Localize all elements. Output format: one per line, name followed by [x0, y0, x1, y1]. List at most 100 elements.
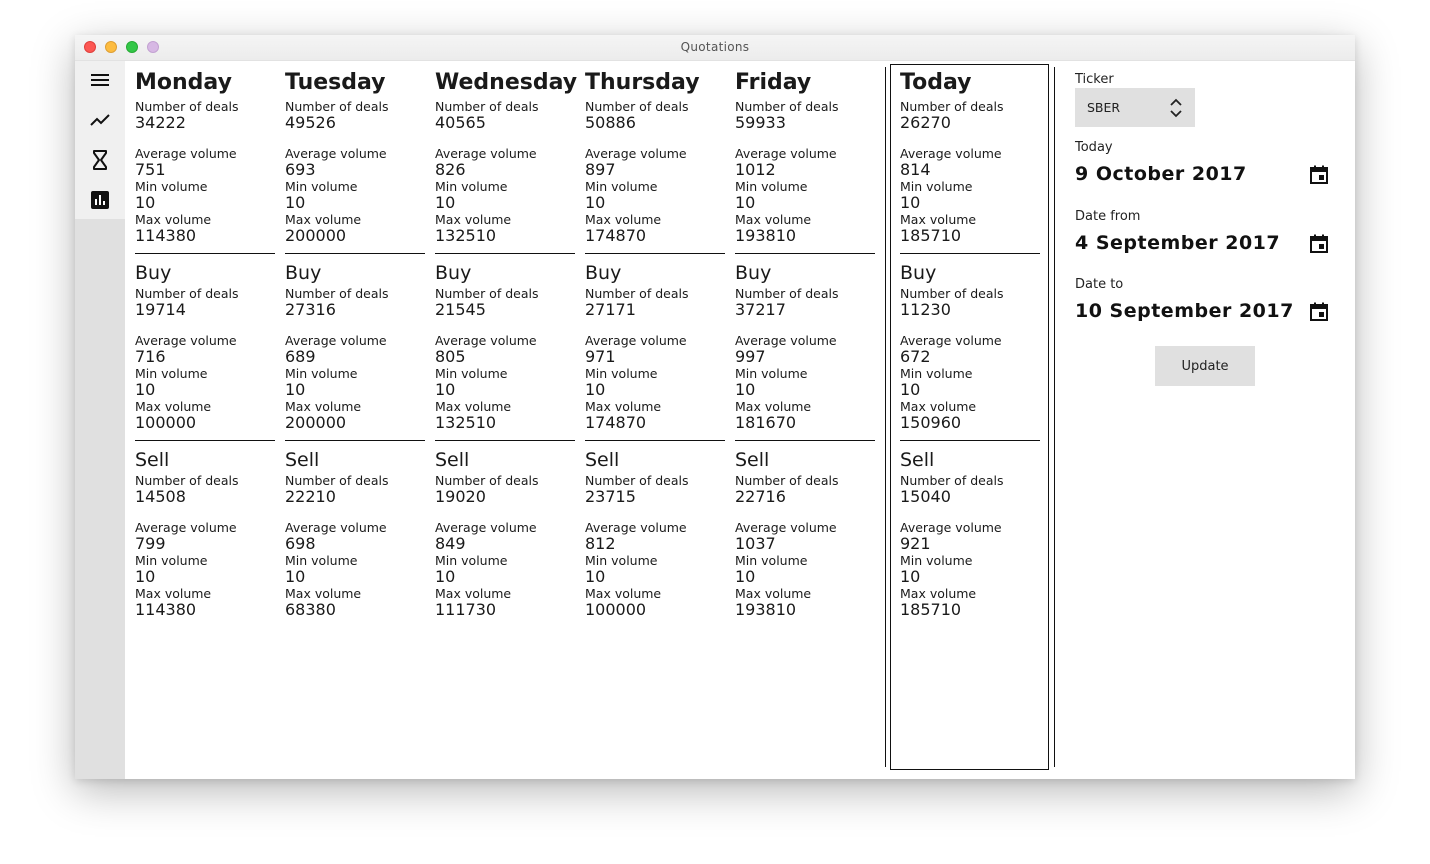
- today-divider-left: [885, 67, 886, 767]
- today-date-value: 9 October 2017: [1075, 163, 1247, 185]
- buy-avg-label: Average volume: [135, 333, 237, 348]
- all-stats: Number of deals 49526 Average volume 693 Min…: [285, 99, 425, 245]
- buy-max-value: 132510: [435, 413, 497, 432]
- bar-chart-icon[interactable]: [88, 188, 112, 212]
- buy-spacer: [285, 319, 425, 333]
- all-deals-value: 59933: [735, 113, 786, 132]
- buy-deals-value: 27171: [585, 300, 636, 319]
- sell-spacer: [285, 506, 425, 520]
- all-min-label: Min volume: [435, 179, 508, 194]
- buy-spacer: [585, 319, 725, 333]
- update-button[interactable]: Update: [1155, 346, 1255, 386]
- day-column-friday: Friday Number of deals 59933 Average volume…: [735, 67, 875, 619]
- all-min-label: Min volume: [135, 179, 208, 194]
- sell-heading: Sell: [285, 449, 320, 471]
- sell-spacer: [435, 506, 575, 520]
- buy-min-value: 10: [585, 380, 606, 399]
- day-column-monday: Monday Number of deals 34222 Average volume…: [135, 67, 275, 619]
- calendar-icon[interactable]: [1309, 302, 1329, 322]
- all-min-label: Min volume: [735, 179, 808, 194]
- buy-stats: Number of deals 21545 Average volume 805 Min…: [435, 286, 575, 432]
- sell-min-label: Min volume: [435, 553, 508, 568]
- section-divider: [435, 440, 575, 441]
- all-avg-label: Average volume: [735, 146, 837, 161]
- buy-stats: Number of deals 27316 Average volume 689 Min…: [285, 286, 425, 432]
- buy-min-label: Min volume: [735, 366, 808, 381]
- buy-max-label: Max volume: [735, 399, 812, 414]
- all-max-label: Max volume: [735, 212, 812, 227]
- sell-deals-value: 14508: [135, 487, 186, 506]
- buy-avg-label: Average volume: [585, 333, 687, 348]
- sell-stats: Number of deals 22716 Average volume 1037 Mi…: [735, 473, 875, 619]
- sell-max-value: 68380: [285, 600, 336, 619]
- main-content: Monday Number of deals 34222 Average volume…: [125, 61, 1355, 779]
- sell-max-label: Max volume: [435, 586, 512, 601]
- buy-stats: Number of deals 19714 Average volume 716 Min…: [135, 286, 275, 432]
- buy-heading: Buy: [435, 262, 472, 284]
- all-stats: Number of deals 34222 Average volume 751 Min…: [135, 99, 275, 245]
- sell-min-value: 10: [285, 567, 306, 586]
- ticker-label: Ticker: [1075, 72, 1114, 87]
- sell-avg-value: 812: [585, 534, 616, 553]
- buy-min-label: Min volume: [435, 366, 508, 381]
- buy-heading: Buy: [285, 262, 322, 284]
- date-from-value: 4 September 2017: [1075, 232, 1281, 254]
- buy-deals-label: Number of deals: [585, 286, 689, 301]
- buy-deals-value: 21545: [435, 300, 486, 319]
- sell-deals-value: 23715: [585, 487, 636, 506]
- sell-max-label: Max volume: [285, 586, 362, 601]
- all-deals-label: Number of deals: [285, 99, 389, 114]
- buy-heading: Buy: [585, 262, 622, 284]
- buy-stats: Number of deals 27171 Average volume 971 Min…: [585, 286, 725, 432]
- buy-deals-value: 27316: [285, 300, 336, 319]
- buy-spacer: [735, 319, 875, 333]
- buy-min-label: Min volume: [285, 366, 358, 381]
- sell-min-value: 10: [735, 567, 756, 586]
- sell-heading: Sell: [585, 449, 620, 471]
- sell-min-label: Min volume: [135, 553, 208, 568]
- sell-heading: Sell: [735, 449, 770, 471]
- all-deals-value: 34222: [135, 113, 186, 132]
- all-deals-value: 40565: [435, 113, 486, 132]
- buy-max-value: 200000: [285, 413, 347, 432]
- buy-min-label: Min volume: [585, 366, 658, 381]
- all-deals-label: Number of deals: [735, 99, 839, 114]
- buy-min-label: Min volume: [135, 366, 208, 381]
- sell-deals-label: Number of deals: [735, 473, 839, 488]
- today-label: Today: [1075, 140, 1113, 155]
- sell-deals-label: Number of deals: [585, 473, 689, 488]
- calendar-icon[interactable]: [1309, 234, 1329, 254]
- hourglass-icon[interactable]: [88, 148, 112, 172]
- buy-max-value: 100000: [135, 413, 197, 432]
- day-title: Tuesday: [285, 70, 386, 95]
- section-divider: [435, 253, 575, 254]
- all-avg-value: 897: [585, 160, 616, 179]
- buy-deals-label: Number of deals: [135, 286, 239, 301]
- sell-stats: Number of deals 19020 Average volume 849 Min…: [435, 473, 575, 619]
- ticker-select[interactable]: SBER: [1075, 88, 1195, 127]
- buy-deals-label: Number of deals: [435, 286, 539, 301]
- buy-max-label: Max volume: [435, 399, 512, 414]
- buy-avg-value: 689: [285, 347, 316, 366]
- all-max-value: 200000: [285, 226, 347, 245]
- menu-icon[interactable]: [88, 68, 112, 92]
- day-title: Wednesday: [435, 70, 578, 95]
- sell-deals-label: Number of deals: [435, 473, 539, 488]
- date-to-label: Date to: [1075, 277, 1124, 292]
- all-min-value: 10: [435, 193, 456, 212]
- today-column-frame: [890, 64, 1049, 770]
- section-divider: [585, 440, 725, 441]
- calendar-icon[interactable]: [1309, 165, 1329, 185]
- buy-max-label: Max volume: [135, 399, 212, 414]
- buy-spacer: [135, 319, 275, 333]
- app-window: Quotations Monday Number of deals 34222 Ave…: [75, 35, 1355, 779]
- all-max-label: Max volume: [585, 212, 662, 227]
- sell-max-value: 193810: [735, 600, 797, 619]
- section-divider: [135, 253, 275, 254]
- sell-avg-value: 1037: [735, 534, 776, 553]
- sell-avg-label: Average volume: [585, 520, 687, 535]
- trend-line-icon[interactable]: [88, 108, 112, 132]
- sell-max-label: Max volume: [735, 586, 812, 601]
- sell-max-value: 114380: [135, 600, 197, 619]
- section-divider: [735, 440, 875, 441]
